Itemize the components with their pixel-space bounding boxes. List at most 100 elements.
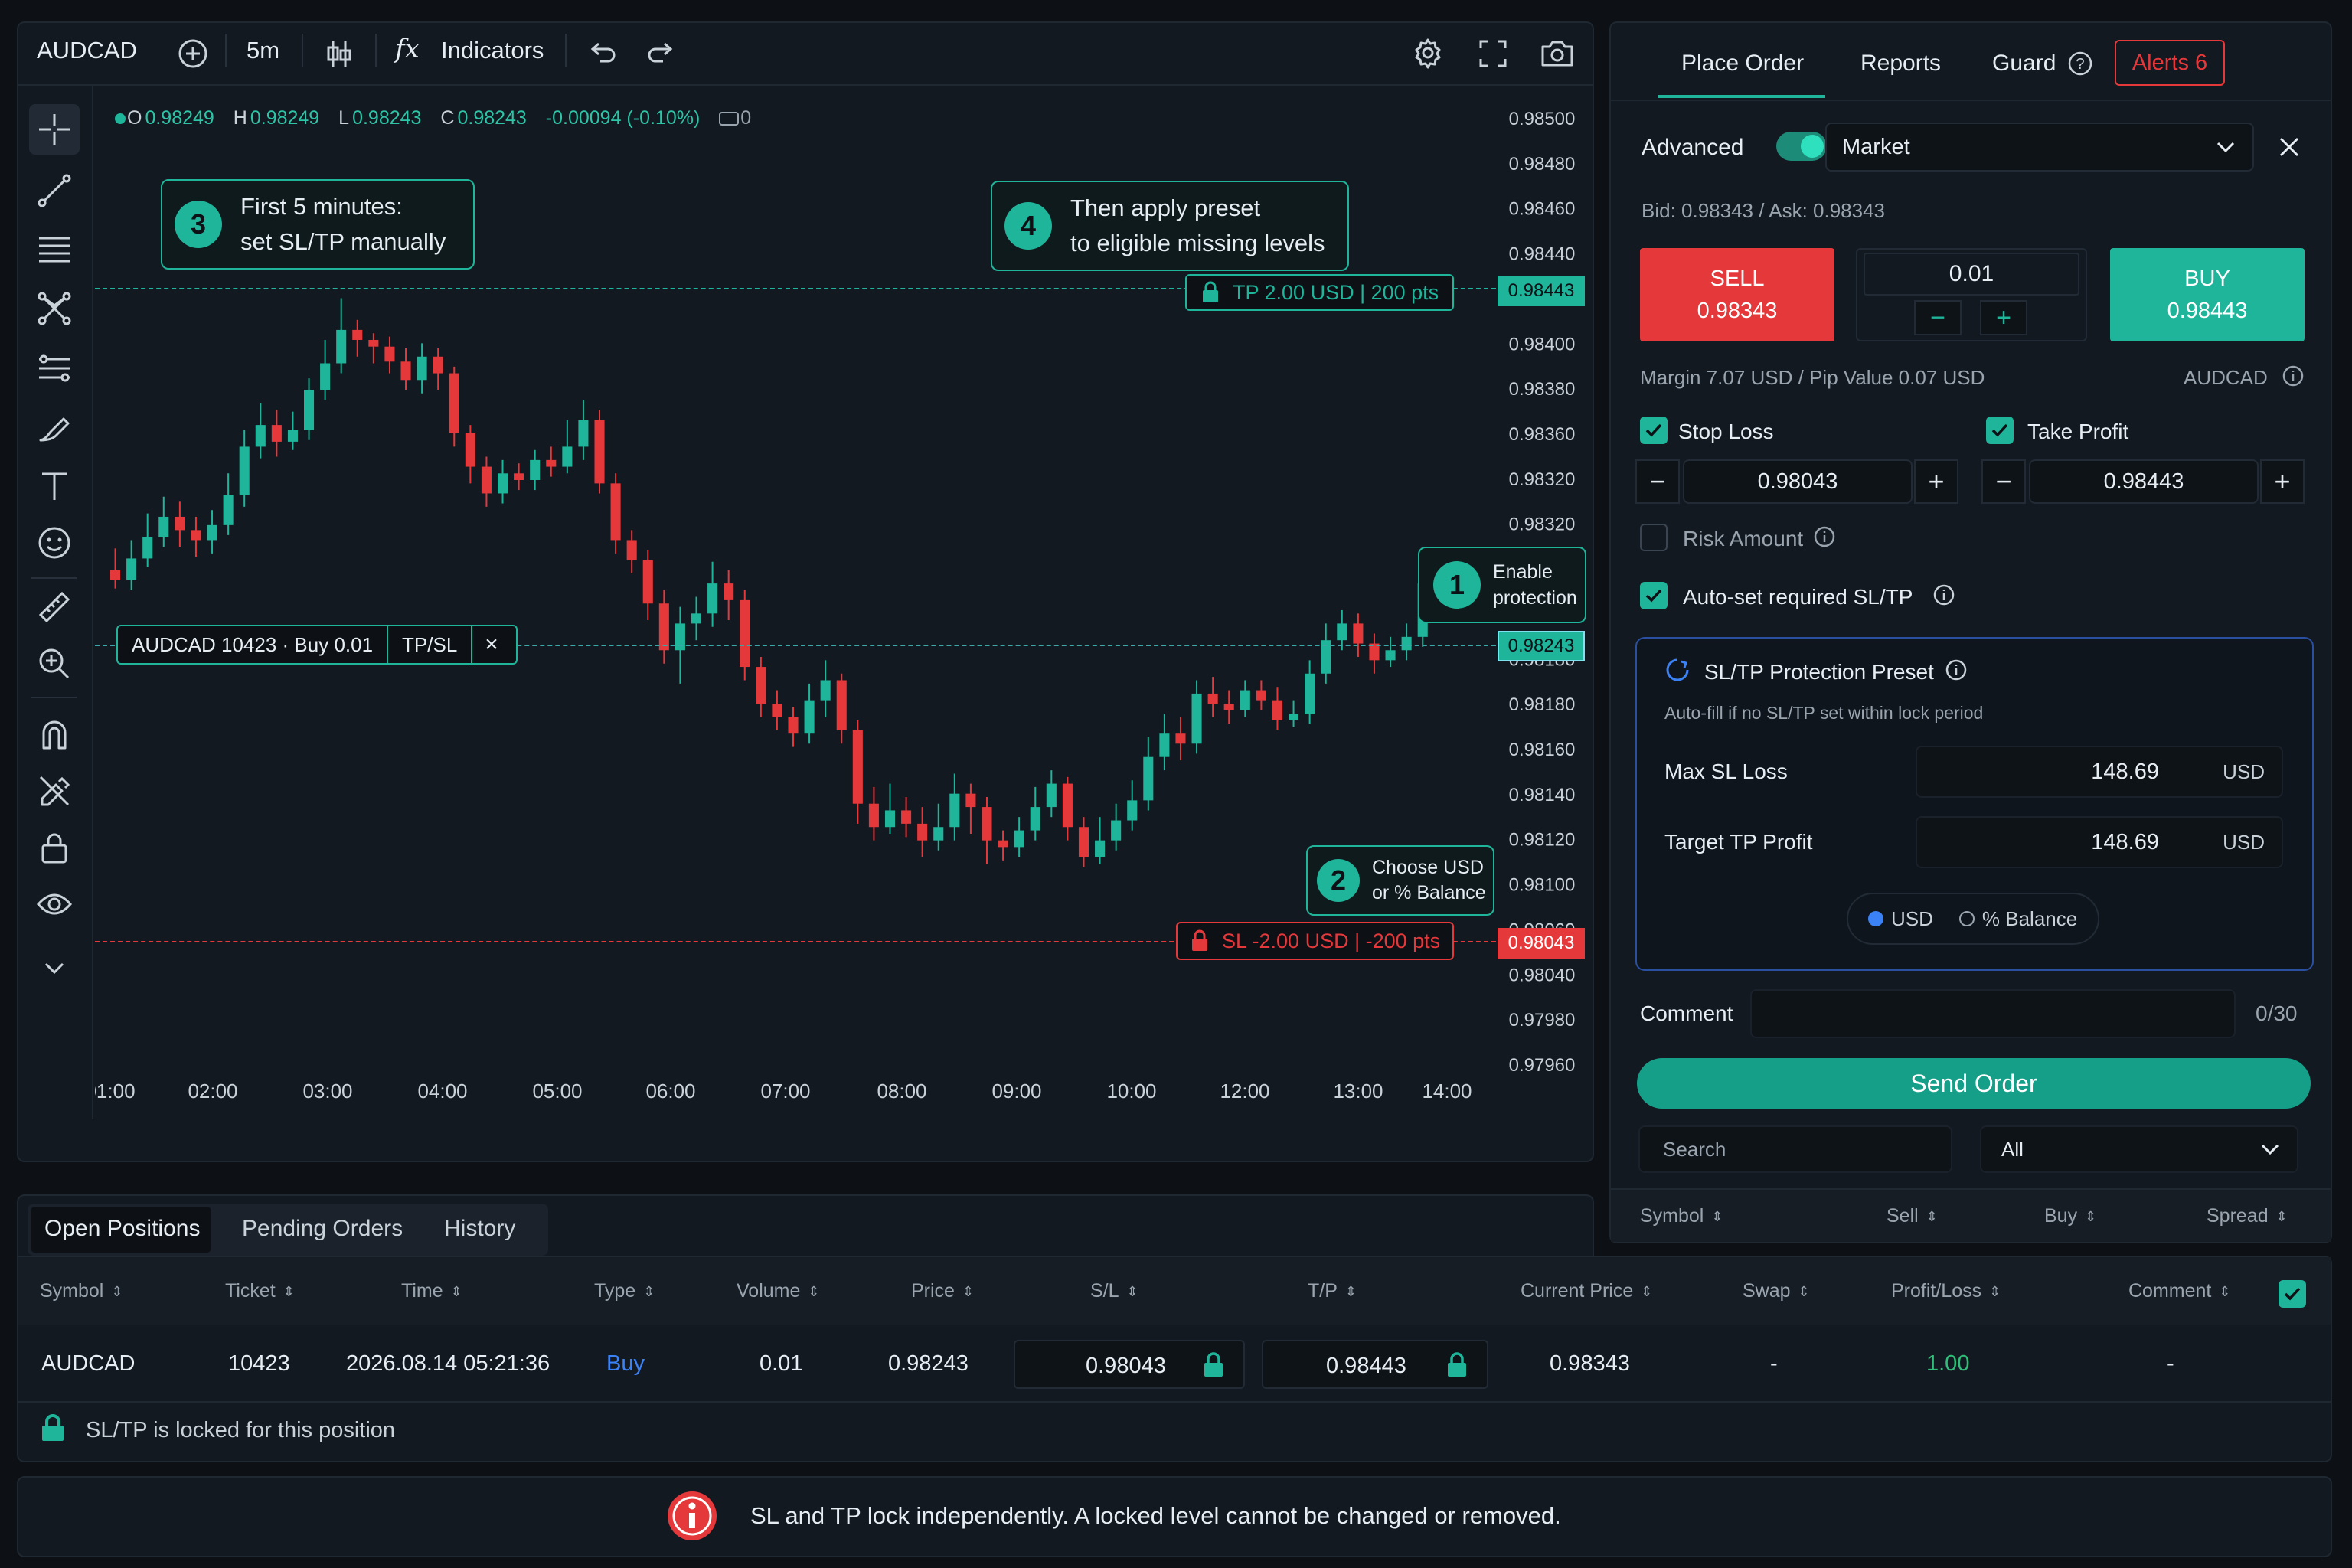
- th-volume[interactable]: Volume ⇕: [737, 1280, 819, 1302]
- target-tp-input[interactable]: 148.69 USD: [1916, 816, 2283, 868]
- col-symbol[interactable]: Symbol ⇕: [1640, 1205, 1723, 1227]
- col-spread[interactable]: Spread ⇕: [2207, 1205, 2288, 1227]
- eye-icon[interactable]: [29, 879, 80, 929]
- col-sell[interactable]: Sell ⇕: [1886, 1205, 1938, 1227]
- search-input[interactable]: Search: [1638, 1125, 1952, 1173]
- symbol-label[interactable]: AUDCAD: [37, 37, 137, 64]
- th-sl[interactable]: S/L ⇕: [1090, 1280, 1138, 1302]
- alerts-button[interactable]: Alerts 6: [2115, 40, 2225, 86]
- col-buy[interactable]: Buy ⇕: [2044, 1205, 2096, 1227]
- th-profit-loss[interactable]: Profit/Loss ⇕: [1891, 1280, 2001, 1302]
- candle-type-icon[interactable]: [322, 37, 357, 72]
- tab-history[interactable]: History: [444, 1216, 515, 1242]
- volume-input[interactable]: 0.01: [1864, 253, 2079, 296]
- y-tick-label: 0.98440: [1509, 244, 1576, 265]
- radio-usd-label[interactable]: USD: [1891, 907, 1933, 931]
- indicators-button[interactable]: Indicators: [441, 37, 544, 64]
- info-icon[interactable]: [1945, 658, 1968, 681]
- cell-tp-box[interactable]: 0.98443: [1262, 1340, 1488, 1389]
- crosshair-icon[interactable]: [29, 104, 80, 155]
- lock-drawings-icon[interactable]: [29, 822, 80, 873]
- candle: [1401, 636, 1412, 651]
- info-icon[interactable]: [1932, 583, 1955, 606]
- camera-icon[interactable]: [1539, 35, 1576, 70]
- tp-minus-button[interactable]: −: [1981, 459, 2026, 504]
- th-time[interactable]: Time ⇕: [401, 1280, 462, 1302]
- position-label[interactable]: AUDCAD 10423 · Buy 0.01 TP/SL ×: [116, 625, 518, 665]
- select-all-checkbox[interactable]: [2278, 1280, 2306, 1308]
- candle: [949, 793, 960, 828]
- risk-amount-checkbox[interactable]: [1640, 524, 1668, 551]
- horizontal-lines-icon[interactable]: [29, 224, 80, 274]
- settings-gear-icon[interactable]: [1410, 35, 1446, 70]
- sl-label[interactable]: SL -2.00 USD | -200 pts: [1176, 922, 1455, 960]
- tp-plus-button[interactable]: +: [2260, 459, 2305, 504]
- cell-sl-box[interactable]: 0.98043: [1014, 1340, 1245, 1389]
- order-type-select[interactable]: Market: [1825, 122, 2254, 172]
- th-swap[interactable]: Swap ⇕: [1743, 1280, 1810, 1302]
- magnet-icon[interactable]: [29, 709, 80, 760]
- tab-place-order[interactable]: Place Order: [1681, 51, 1804, 77]
- redo-icon[interactable]: [645, 38, 678, 69]
- th-type[interactable]: Type ⇕: [594, 1280, 655, 1302]
- pattern-icon[interactable]: [29, 283, 80, 334]
- text-tool-icon[interactable]: [29, 461, 80, 511]
- tab-reports[interactable]: Reports: [1860, 51, 1941, 77]
- send-order-button[interactable]: Send Order: [1637, 1058, 2311, 1109]
- radio-usd-selected[interactable]: [1868, 911, 1883, 926]
- brush-icon[interactable]: [29, 403, 80, 453]
- th-tp[interactable]: T/P ⇕: [1308, 1280, 1357, 1302]
- advanced-toggle[interactable]: [1776, 132, 1827, 161]
- info-alert-icon: [666, 1490, 718, 1542]
- add-symbol-icon[interactable]: [176, 37, 210, 70]
- tab-open-positions[interactable]: Open Positions: [44, 1216, 200, 1242]
- cell-type: Buy: [606, 1351, 645, 1376]
- stop-loss-checkbox[interactable]: [1640, 416, 1668, 444]
- ruler-icon[interactable]: [29, 582, 80, 632]
- fib-channel-icon[interactable]: [29, 343, 80, 394]
- tp-label[interactable]: TP 2.00 USD | 200 pts: [1185, 274, 1455, 311]
- th-symbol[interactable]: Symbol ⇕: [40, 1280, 122, 1302]
- tp-price-tag: 0.98443: [1498, 276, 1585, 306]
- radio-balance-label[interactable]: % Balance: [1982, 907, 2077, 931]
- chevron-down-icon[interactable]: [29, 943, 80, 994]
- info-icon[interactable]: [2282, 364, 2305, 387]
- comment-input[interactable]: [1750, 989, 2236, 1038]
- close-icon[interactable]: [2277, 135, 2301, 159]
- th-price[interactable]: Price ⇕: [911, 1280, 974, 1302]
- y-tick-label: 0.98400: [1509, 334, 1576, 354]
- volume-minus-button[interactable]: −: [1914, 300, 1962, 335]
- info-icon[interactable]: [1813, 525, 1836, 548]
- candle: [287, 430, 298, 442]
- take-profit-checkbox[interactable]: [1986, 416, 2014, 444]
- fullscreen-icon[interactable]: [1476, 37, 1510, 70]
- undo-icon[interactable]: [585, 38, 619, 69]
- auto-set-checkbox[interactable]: [1640, 582, 1668, 609]
- sell-button[interactable]: SELL 0.98343: [1640, 248, 1834, 341]
- candle: [303, 390, 315, 430]
- trendline-icon[interactable]: [29, 165, 80, 216]
- th-current-price[interactable]: Current Price ⇕: [1521, 1280, 1652, 1302]
- filter-select[interactable]: All: [1980, 1125, 2298, 1173]
- timeframe-selector[interactable]: 5m: [247, 37, 279, 64]
- radio-balance[interactable]: [1958, 911, 1975, 926]
- fx-icon[interactable]: fx: [395, 34, 420, 64]
- tab-guard[interactable]: Guard: [1992, 51, 2056, 77]
- emoji-icon[interactable]: [29, 518, 80, 568]
- tp-input[interactable]: 0.98443: [2029, 459, 2259, 504]
- max-sl-input[interactable]: 148.69 USD: [1916, 746, 2283, 798]
- help-icon[interactable]: ?: [2067, 51, 2093, 77]
- close-position-icon[interactable]: ×: [472, 632, 511, 658]
- sl-input[interactable]: 0.98043: [1683, 459, 1913, 504]
- zoom-in-icon[interactable]: [29, 639, 80, 689]
- drawing-mode-icon[interactable]: [29, 766, 80, 816]
- buy-button[interactable]: BUY 0.98443: [2110, 248, 2305, 341]
- th-ticket[interactable]: Ticket ⇕: [225, 1280, 295, 1302]
- th-comment[interactable]: Comment ⇕: [2128, 1280, 2230, 1302]
- volume-plus-button[interactable]: +: [1980, 300, 2027, 335]
- candle: [1256, 690, 1266, 701]
- sl-minus-button[interactable]: −: [1635, 459, 1680, 504]
- tpsl-button[interactable]: TP/SL: [388, 626, 473, 663]
- tab-pending-orders[interactable]: Pending Orders: [242, 1216, 403, 1242]
- sl-plus-button[interactable]: +: [1914, 459, 1958, 504]
